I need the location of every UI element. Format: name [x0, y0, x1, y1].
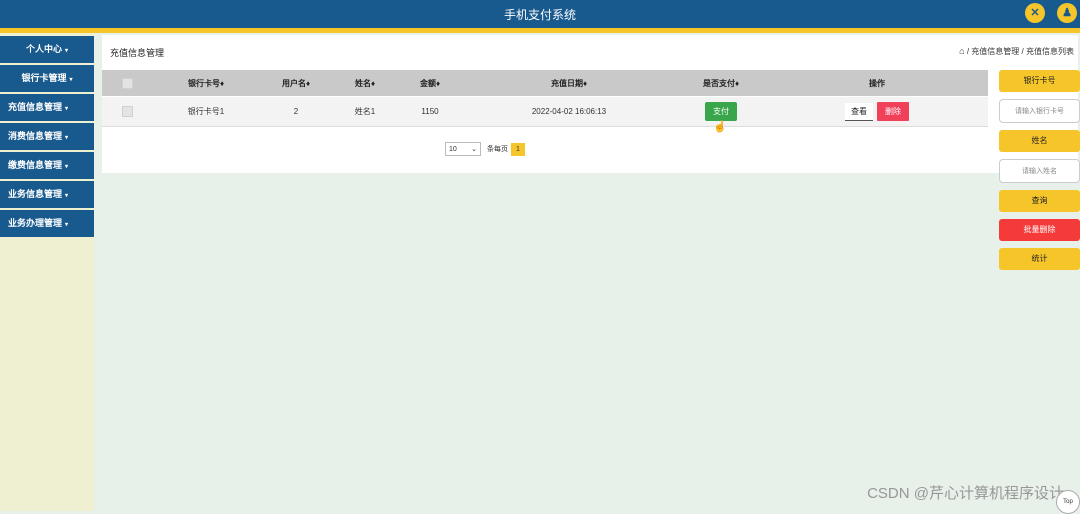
search-panel: 银行卡号 请输入银行卡号 姓名 请输入姓名 查询 批量删除 统计	[999, 70, 1080, 277]
col-header-name[interactable]: 姓名 ♦	[334, 70, 396, 96]
hand-cursor-icon: ☝	[713, 121, 727, 133]
cell-amount: 1150	[421, 107, 439, 116]
chevron-down-icon: ⌄	[471, 146, 477, 153]
chevron-down-icon: ▾	[65, 164, 69, 170]
sidebar-item-label: 充值信息管理	[8, 102, 63, 112]
cell-name: 姓名1	[354, 107, 376, 116]
stats-button[interactable]: 统计	[999, 248, 1080, 270]
top-bar: 手机支付系统 ✕ ♟	[0, 0, 1080, 28]
page-number-button[interactable]: 1	[511, 142, 525, 156]
breadcrumb-item: 充值信息列表	[1026, 47, 1074, 56]
chevron-down-icon: ▾	[65, 222, 69, 228]
col-header-card[interactable]: 银行卡号 ♦	[162, 70, 250, 96]
sidebar: 个人中心 ▾ 银行卡管理 ▾ 充值信息管理 ▾ 消费信息管理 ▾ 缴费信息管理 ▾ 业务信…	[0, 33, 94, 511]
chevron-down-icon: ▾	[69, 77, 73, 83]
breadcrumb-item[interactable]: 充值信息管理	[971, 47, 1019, 56]
batch-delete-button[interactable]: 批量删除	[999, 219, 1080, 241]
watermark: CSDN @芹心计算机程序设计	[867, 485, 1064, 502]
app-title: 手机支付系统	[503, 8, 576, 22]
row-checkbox[interactable]	[112, 97, 142, 126]
col-header-date[interactable]: 充值日期 ♦	[482, 70, 656, 96]
page-title: 充值信息管理	[110, 48, 165, 58]
cell-card: 银行卡号1	[187, 107, 225, 116]
select-all-checkbox[interactable]	[112, 70, 142, 96]
cell-actions: 查看 删除	[822, 97, 932, 126]
back-to-top-button[interactable]: Top	[1056, 490, 1080, 514]
chevron-down-icon: ▾	[65, 106, 69, 112]
sidebar-item-label: 银行卡管理	[21, 73, 67, 83]
home-icon[interactable]: ⌂	[959, 46, 964, 56]
sidebar-item-label: 个人中心	[25, 44, 62, 54]
table-row: 银行卡号1 2 姓名1 1150 2022-04-02 16:06:13 支付 …	[102, 97, 988, 127]
cell-user: 2	[293, 107, 299, 116]
name-input[interactable]: 请输入姓名	[999, 159, 1080, 183]
sidebar-item-recharge[interactable]: 充值信息管理 ▾	[0, 94, 94, 121]
card-number-label: 银行卡号	[999, 70, 1080, 92]
chevron-down-icon: ▾	[65, 48, 69, 54]
header-accent-stripe	[0, 28, 1080, 33]
table-header: 银行卡号 ♦ 用户名 ♦ 姓名 ♦ 金额 ♦ 充值日期 ♦ 是否支付 ♦ 操作	[102, 70, 988, 96]
per-page-label: 条每页	[487, 146, 508, 153]
sidebar-item-consumption[interactable]: 消费信息管理 ▾	[0, 123, 94, 150]
pagination: 10 ⌄ 条每页 1	[445, 142, 525, 156]
pay-button[interactable]: 支付	[705, 102, 737, 121]
sidebar-item-business-handling[interactable]: 业务办理管理 ▾	[0, 210, 94, 237]
col-header-amount[interactable]: 金额 ♦	[400, 70, 460, 96]
chevron-down-icon: ▾	[65, 135, 69, 141]
sidebar-item-label: 消费信息管理	[8, 131, 63, 141]
col-header-user[interactable]: 用户名 ♦	[262, 70, 330, 96]
user-icon[interactable]: ♟	[1057, 3, 1077, 23]
page-size-select[interactable]: 10 ⌄	[445, 142, 481, 156]
sidebar-item-label: 业务信息管理	[8, 189, 63, 199]
delete-button[interactable]: 删除	[877, 102, 909, 121]
col-header-actions: 操作	[869, 78, 885, 88]
sidebar-item-personal-center[interactable]: 个人中心 ▾	[0, 36, 94, 63]
view-button[interactable]: 查看	[845, 102, 873, 121]
query-button[interactable]: 查询	[999, 190, 1080, 212]
sidebar-item-business-info[interactable]: 业务信息管理 ▾	[0, 181, 94, 208]
close-x-icon[interactable]: ✕	[1025, 3, 1045, 23]
sidebar-item-label: 业务办理管理	[8, 218, 63, 228]
breadcrumb: ⌂ / 充值信息管理 / 充值信息列表	[959, 46, 1074, 56]
sidebar-item-payment[interactable]: 缴费信息管理 ▾	[0, 152, 94, 179]
name-label: 姓名	[999, 130, 1080, 152]
chevron-down-icon: ▾	[65, 193, 69, 199]
sidebar-item-label: 缴费信息管理	[8, 160, 63, 170]
col-header-paid[interactable]: 是否支付 ♦	[680, 70, 762, 96]
sidebar-item-bank-card[interactable]: 银行卡管理 ▾	[0, 65, 94, 92]
card-number-input[interactable]: 请输入银行卡号	[999, 99, 1080, 123]
cell-date: 2022-04-02 16:06:13	[531, 107, 607, 116]
